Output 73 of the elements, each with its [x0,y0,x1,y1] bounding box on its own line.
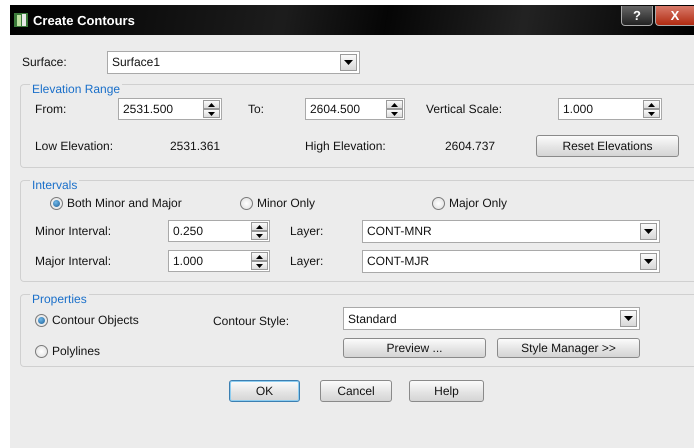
value-text: 2531.361 [170,139,222,153]
spin-down-button[interactable] [203,109,220,118]
group-title: Properties [30,292,89,306]
spin-up-button[interactable] [251,252,268,261]
spin-up-button[interactable] [203,100,220,109]
up-arrow-icon [256,254,263,258]
number-field[interactable]: 2531.500 [118,98,222,120]
field-label: Surface: [22,55,68,69]
cancel-button[interactable]: Cancel [320,380,392,402]
caret-icon [644,258,653,264]
field-label: Minor Interval: [35,224,112,238]
help-button[interactable]: Help [409,380,484,402]
number-field[interactable]: 1.000 [168,250,270,272]
field-label: Major Interval: [35,254,112,268]
dropdown-field[interactable]: Standard [343,307,640,330]
option-label: Both Minor and Major [67,196,182,210]
field-label: Contour Style: [213,314,290,328]
spin-down-button[interactable] [251,261,268,270]
window-title: Create Contours [33,12,136,28]
help-button[interactable]: ? [621,6,653,26]
spin-down-button[interactable] [643,109,660,118]
dropdown-field[interactable]: CONT-MJR [362,250,660,272]
style-manager-button[interactable]: Style Manager >> [497,338,640,358]
reset-elevations-button[interactable]: Reset Elevations [536,135,679,157]
radio-button[interactable] [50,196,63,210]
up-arrow-icon [648,102,655,106]
up-arrow-icon [208,102,215,106]
number-field[interactable]: 2604.500 [305,98,405,120]
down-arrow-icon [256,264,263,268]
spin-down-button[interactable] [251,231,268,240]
dropdown-button[interactable] [640,252,657,270]
up-arrow-icon [391,102,398,106]
field-label: Vertical Scale: [426,102,504,116]
field-label: Layer: [290,254,324,268]
number-field[interactable]: 1.000 [558,98,662,120]
up-arrow-icon [256,224,263,228]
app-icon [13,12,29,28]
field-label: High Elevation: [305,139,387,153]
option-label: Contour Objects [52,313,139,327]
dropdown-field[interactable]: Surface1 [107,50,360,74]
radio-button[interactable] [35,344,48,358]
option-label: Major Only [449,196,508,210]
number-field[interactable]: 0.250 [168,220,270,242]
group-title: Intervals [30,178,80,192]
option-label: Polylines [52,344,100,358]
dropdown-button[interactable] [340,54,357,70]
spin-up-button[interactable] [386,100,403,109]
field-label: From: [35,102,68,116]
caret-icon [624,316,633,321]
down-arrow-icon [256,234,263,238]
down-arrow-icon [208,112,215,116]
ok-button[interactable]: OK [229,380,300,402]
preview-button[interactable]: Preview ... [343,338,486,358]
radio-button[interactable] [35,314,48,326]
radio-button[interactable] [240,196,253,210]
spin-up-button[interactable] [643,100,660,109]
option-label: Minor Only [257,196,316,210]
value-text: 2604.737 [445,139,496,153]
caret-icon [644,228,653,234]
caret-icon [344,60,353,64]
group-title: Elevation Range [30,82,122,96]
field-label: Low Elevation: [35,139,114,153]
spin-up-button[interactable] [251,222,268,231]
dropdown-button[interactable] [620,310,637,327]
radio-button[interactable] [432,196,445,210]
field-label: Layer: [290,224,324,238]
field-label: To: [248,102,266,116]
down-arrow-icon [648,112,655,116]
dropdown-field[interactable]: CONT-MNR [362,220,660,242]
spin-down-button[interactable] [386,109,403,118]
down-arrow-icon [391,112,398,116]
dropdown-button[interactable] [640,222,657,240]
close-button[interactable]: X [655,6,694,26]
